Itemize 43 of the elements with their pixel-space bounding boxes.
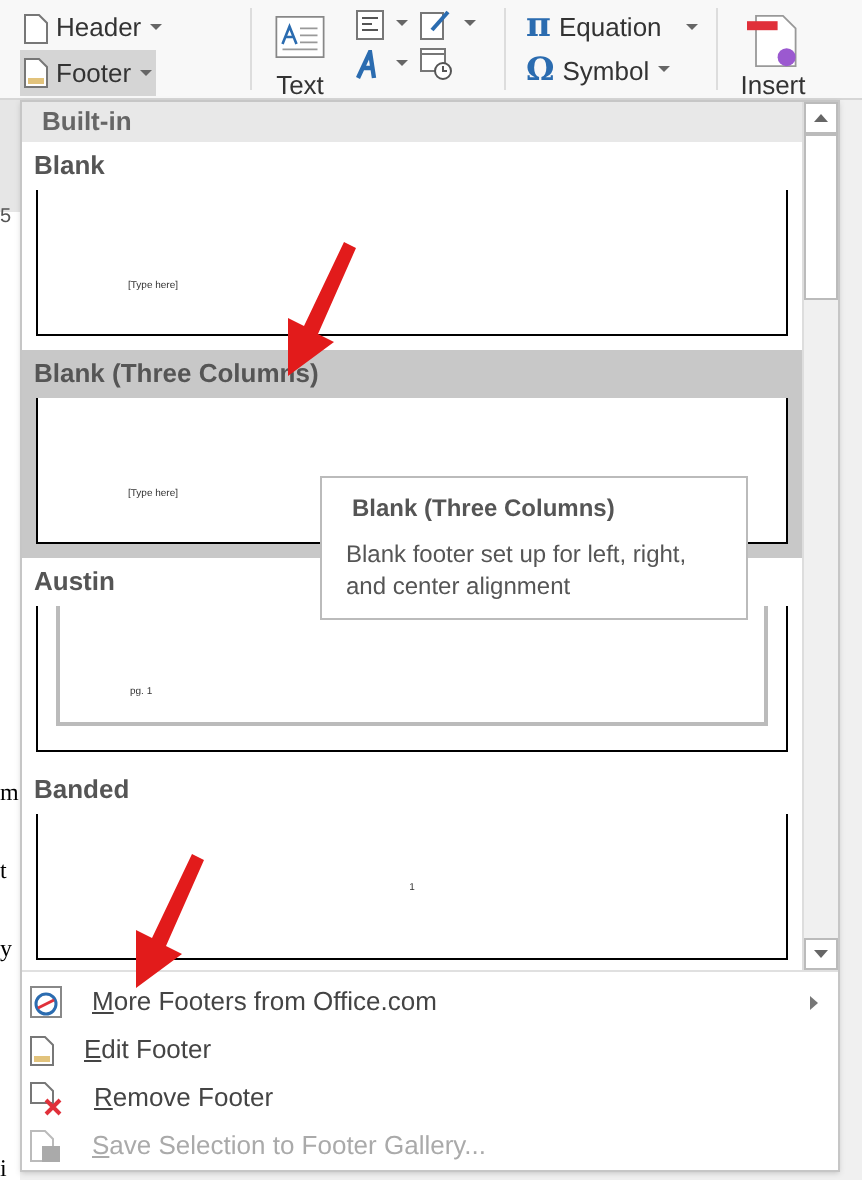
caret-icon [657, 66, 670, 75]
header-button[interactable]: Header [20, 6, 166, 50]
ruler-number: 5 [0, 206, 12, 228]
caret-icon [464, 20, 476, 28]
document-text: t [0, 858, 7, 882]
document-text: i [0, 1156, 7, 1180]
footer-page-icon [30, 1035, 54, 1065]
text-box-icon [272, 16, 328, 58]
menu-item[interactable]: More Footers from Office.com [22, 978, 838, 1026]
equation-button[interactable]: π Equation [526, 8, 698, 47]
footer-button[interactable]: Footer [20, 50, 156, 96]
tooltip-title: Blank (Three Columns) [350, 492, 617, 526]
caret-icon [396, 20, 408, 28]
document-text: y [0, 936, 12, 960]
scroll-thumb[interactable] [804, 134, 838, 300]
date-time-icon [420, 48, 452, 80]
symbol-button[interactable]: Ω Symbol [526, 51, 670, 90]
parts-icon [356, 9, 384, 39]
scroll-up-icon[interactable] [814, 114, 828, 122]
caret-icon [149, 24, 162, 32]
remove-page-icon [30, 1081, 64, 1115]
scrollbar[interactable] [802, 102, 838, 970]
gallery-item-label: Blank [34, 147, 105, 184]
scroll-down-icon[interactable] [814, 950, 828, 958]
save-page-icon [30, 1129, 62, 1163]
omega-icon: Ω [526, 54, 555, 87]
text-box-button[interactable]: Text [252, 0, 348, 98]
menu-item[interactable]: Remove Footer [22, 1074, 838, 1122]
page-icon [24, 13, 48, 43]
section-header: Built-in [22, 102, 802, 141]
footer-page-icon [24, 58, 48, 88]
document-text: m [0, 780, 19, 804]
globe-icon [30, 986, 62, 1018]
gallery-item-label: Banded [34, 771, 130, 808]
menu-item[interactable]: Edit Footer [22, 1026, 838, 1074]
insert-button[interactable]: Insert [718, 0, 828, 98]
caret-icon [139, 69, 152, 77]
caret-icon [685, 23, 698, 32]
gallery-item-label: Austin [34, 563, 115, 600]
pi-icon: π [526, 10, 551, 45]
caret-icon [396, 60, 408, 68]
gallery-item-label: Blank (Three Columns) [34, 355, 319, 392]
signature-icon [420, 8, 452, 40]
